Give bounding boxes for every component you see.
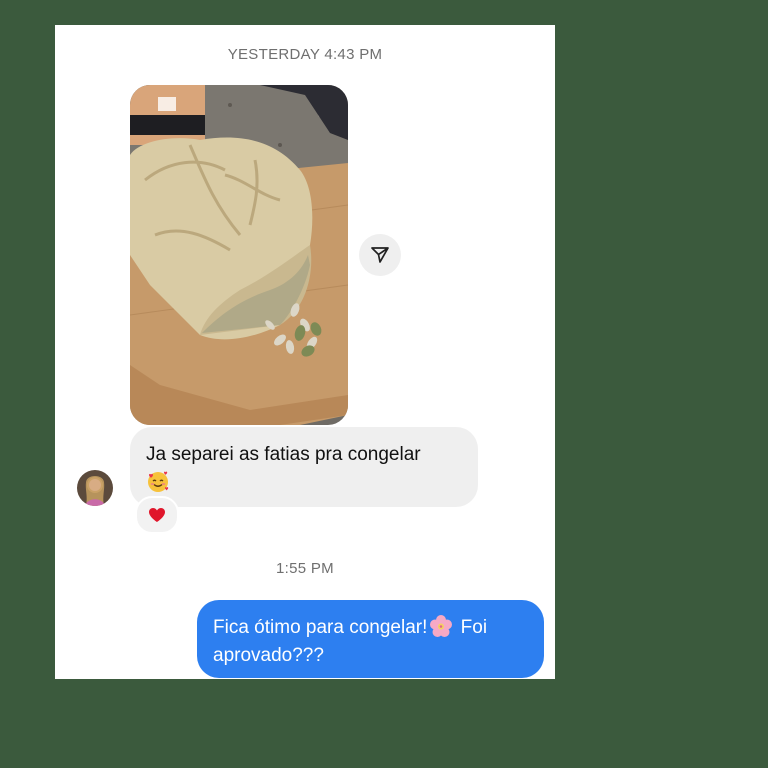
timestamp-yesterday: YESTERDAY 4:43 PM — [227, 46, 383, 63]
incoming-message-bubble[interactable]: Ja separei as fatias pra congelar — [130, 427, 478, 507]
bread-photo-image — [130, 85, 348, 425]
cherry-blossom-icon — [430, 615, 453, 637]
chat-panel: YESTERDAY 4:43 PM Ja separei as fatias p… — [55, 25, 555, 679]
outgoing-message-part-1: Fica ótimo para congelar! — [213, 617, 428, 638]
shared-photo-bread[interactable] — [130, 85, 348, 425]
paper-plane-icon — [371, 247, 389, 263]
timestamp-today: 1:55 PM — [276, 560, 334, 577]
share-photo-button[interactable] — [359, 234, 401, 276]
heart-reaction-badge[interactable] — [135, 496, 179, 534]
contact-avatar[interactable] — [77, 470, 113, 506]
incoming-message-label: Ja separei as fatias pra congelar — [146, 444, 421, 465]
outgoing-message-text: Fica ótimo para congelar! Foi aprovado??… — [213, 614, 533, 670]
smiling-face-with-hearts-icon — [148, 471, 169, 492]
avatar-image — [77, 470, 113, 506]
incoming-message-text: Ja separei as fatias pra congelar — [146, 442, 471, 494]
red-heart-icon — [149, 508, 165, 522]
outgoing-message-bubble[interactable]: Fica ótimo para congelar! Foi aprovado??… — [197, 600, 544, 678]
